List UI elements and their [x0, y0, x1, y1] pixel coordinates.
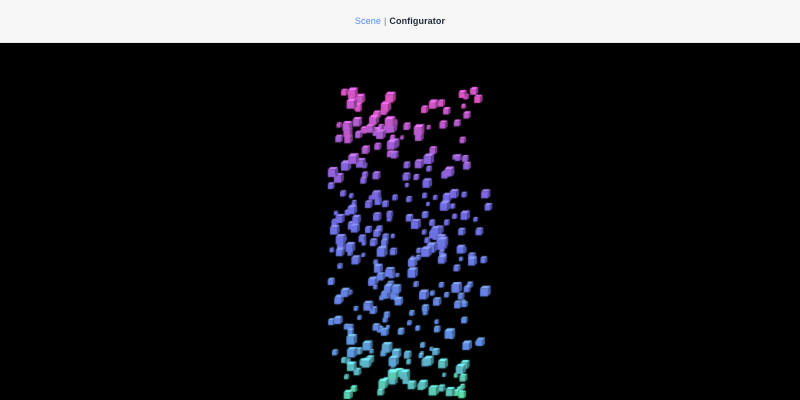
3d-viewport[interactable]	[0, 43, 800, 400]
breadcrumb: Scene | Configurator	[355, 15, 446, 26]
breadcrumb-current-page: Configurator	[389, 15, 446, 26]
top-bar: Scene | Configurator	[0, 0, 800, 43]
scene-canvas[interactable]	[0, 43, 800, 400]
breadcrumb-separator: |	[383, 15, 387, 26]
breadcrumb-scene-link[interactable]: Scene	[355, 16, 381, 26]
